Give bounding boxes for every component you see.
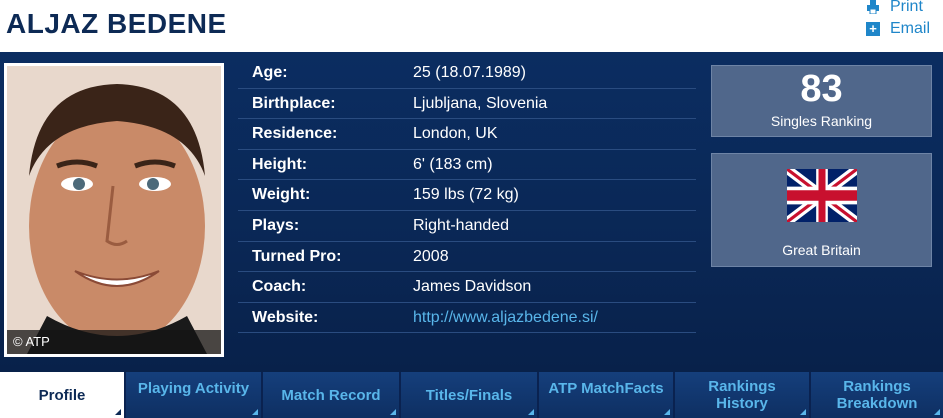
tab-playing-activity[interactable]: Playing Activity [126,372,263,418]
print-label: Print [890,0,923,15]
corner-arrow-icon [934,409,940,415]
tab-profile[interactable]: Profile [0,372,126,418]
tab-label: Match Record [281,386,381,404]
ranking-number: 83 [800,68,843,110]
player-photo-frame: © ATP [4,63,224,357]
ranking-label: Singles Ranking [770,113,873,129]
tab-label-line2: History [716,395,768,412]
tab-label-line2: Breakdown [836,395,918,412]
info-label: Birthplace: [252,94,336,112]
player-name: ALJAZ BEDENE [6,8,227,39]
info-label: Website: [252,308,319,326]
info-value: Ljubljana, Slovenia [413,94,548,112]
singles-ranking-box: 83 Singles Ranking [711,65,932,137]
tab-label: Playing Activity [137,379,250,397]
info-label: Residence: [252,125,338,143]
corner-arrow-icon [528,409,534,415]
info-label: Plays: [252,216,300,234]
page-header: ALJAZ BEDENE Print + Email [0,0,943,52]
info-value: James Davidson [413,278,532,296]
player-profile-panel: © ATP Age: 25 (18.07.1989) Birthplace: L… [0,52,943,372]
tab-match-record[interactable]: Match Record [263,372,401,418]
tab-label-line1: Rankings [843,378,911,395]
player-face-illustration [7,66,221,354]
info-label: Height: [252,155,308,173]
tab-atp-matchfacts[interactable]: ATP MatchFacts [539,372,675,418]
info-row-turned-pro: Turned Pro: 2008 [238,242,696,273]
website-link[interactable]: http://www.aljazbedene.si/ [413,309,598,327]
country-box: Great Britain [711,153,932,267]
info-label: Age: [252,64,288,81]
info-row-birthplace: Birthplace: Ljubljana, Slovenia [238,89,696,120]
info-value: London, UK [413,125,498,143]
info-row-weight: Weight: 159 lbs (72 kg) [238,180,696,211]
info-row-coach: Coach: James Davidson [238,272,696,303]
info-value: 2008 [413,247,449,265]
info-row-age: Age: 25 (18.07.1989) [238,58,696,89]
printer-icon [866,0,880,14]
info-row-residence: Residence: London, UK [238,119,696,150]
info-value: 159 lbs (72 kg) [413,186,519,204]
email-link[interactable]: + Email [866,20,930,38]
info-row-website: Website: http://www.aljazbedene.si/ [238,303,696,334]
corner-arrow-icon [800,409,806,415]
tab-label-line1: Rankings [708,378,776,395]
player-info-table: Age: 25 (18.07.1989) Birthplace: Ljublja… [238,58,696,334]
profile-tabs: Profile Playing Activity Match Record Ti… [0,372,943,418]
tab-titles-finals[interactable]: Titles/Finals [401,372,539,418]
corner-arrow-icon [664,409,670,415]
player-photo: © ATP [7,66,221,354]
tab-rankings-breakdown[interactable]: Rankings Breakdown [811,372,943,418]
corner-arrow-icon [252,409,258,415]
tab-label: ATP MatchFacts [548,379,664,397]
photo-credit: © ATP [7,330,221,354]
tab-label: Titles/Finals [425,386,513,404]
info-value: 25 (18.07.1989) [413,64,526,81]
info-value: Right-handed [413,216,510,234]
info-label: Turned Pro: [252,247,342,265]
tab-label: Profile [38,386,86,404]
corner-arrow-icon [390,409,396,415]
tab-rankings-history[interactable]: Rankings History [675,372,811,418]
corner-arrow-icon [115,409,121,415]
info-label: Coach: [252,278,307,296]
info-row-height: Height: 6' (183 cm) [238,150,696,181]
info-label: Weight: [252,186,311,204]
info-value: 6' (183 cm) [413,155,493,173]
email-label: Email [890,20,931,37]
country-name: Great Britain [782,242,861,258]
info-row-plays: Plays: Right-handed [238,211,696,242]
print-link[interactable]: Print [866,0,923,16]
uk-flag-icon [787,169,857,222]
email-icon: + [866,22,880,36]
